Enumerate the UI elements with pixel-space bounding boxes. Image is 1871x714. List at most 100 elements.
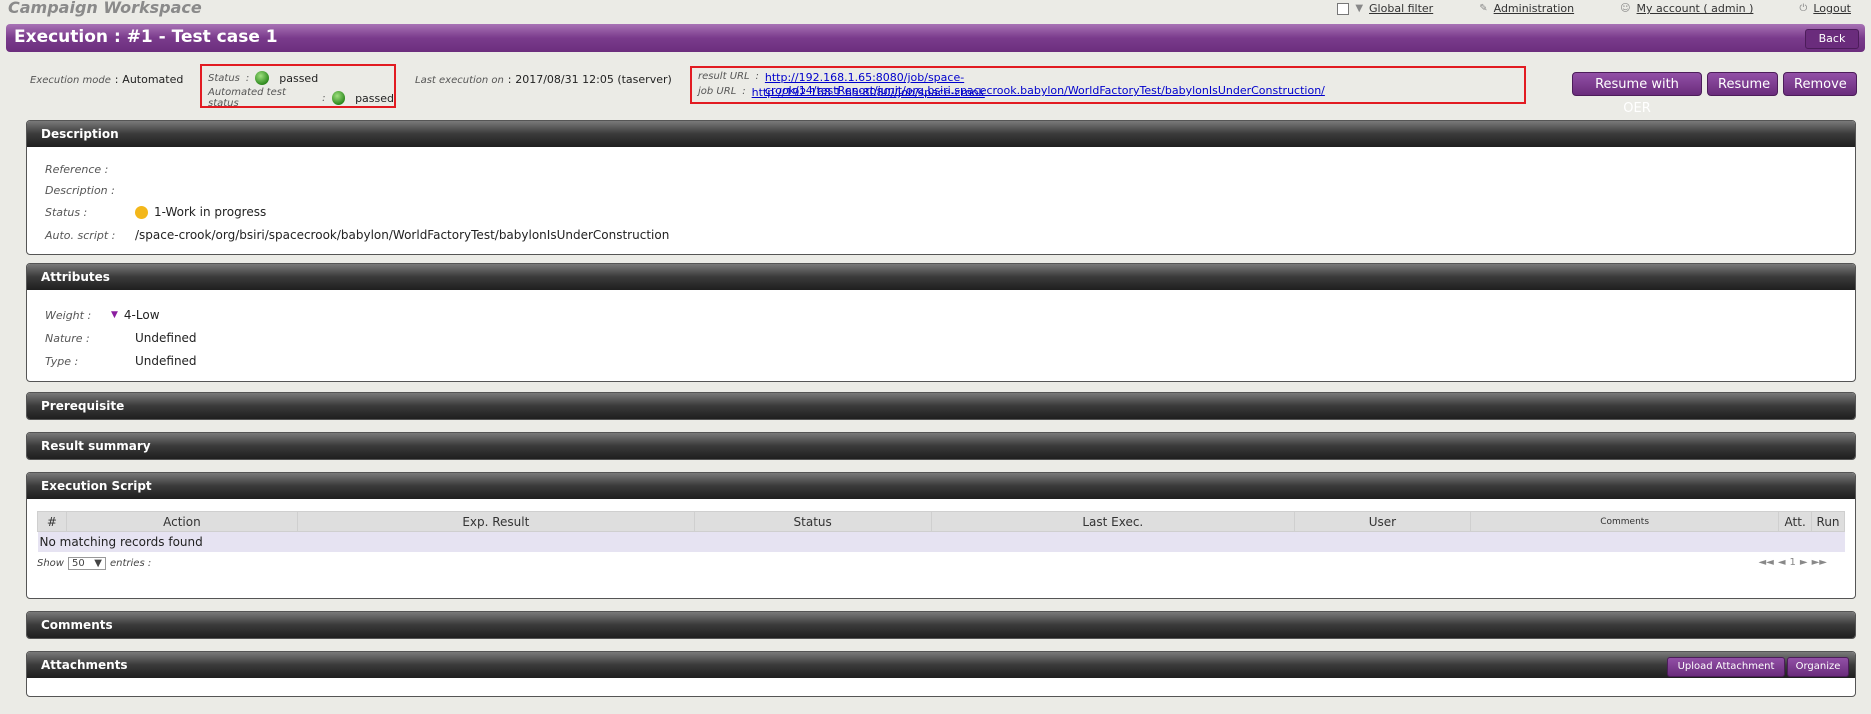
- upload-attachment-button[interactable]: Upload Attachment: [1667, 657, 1785, 677]
- entries-value: 50: [71, 558, 85, 569]
- global-filter[interactable]: ▼ Global filter: [1337, 2, 1433, 15]
- nature-row: Nature : Undefined: [45, 331, 197, 345]
- reference-row: Reference :: [45, 163, 135, 176]
- attributes-header[interactable]: Attributes: [27, 264, 1855, 290]
- result-summary-panel: Result summary: [26, 432, 1856, 460]
- show-label: Show: [37, 558, 64, 569]
- chevron-down-icon: ▼: [94, 558, 102, 569]
- resume-button[interactable]: Resume: [1707, 72, 1778, 96]
- user-icon: ☺: [1620, 3, 1631, 14]
- status-row: Status : 1-Work in progress: [45, 205, 266, 219]
- column-header[interactable]: Exp. Result: [297, 511, 695, 532]
- pagination: ◄◄ ◄ 1 ► ►►: [1758, 557, 1827, 568]
- execution-mode-value: Automated: [122, 73, 184, 86]
- result-summary-header[interactable]: Result summary: [27, 433, 1855, 459]
- weight-value: 4-Low: [123, 308, 160, 322]
- job-url-line: job URL : http://192.168.1.65:8080//job/…: [698, 86, 985, 99]
- auto-script-label: Auto. script :: [45, 228, 116, 242]
- next-page-icon[interactable]: ►: [1800, 557, 1808, 568]
- description-row: Description :: [45, 184, 135, 197]
- low-weight-icon: ▼: [111, 310, 118, 320]
- column-header[interactable]: Action: [65, 511, 299, 532]
- table-row: No matching records found: [37, 531, 1845, 552]
- global-filter-link[interactable]: Global filter: [1369, 2, 1433, 15]
- execution-title: Execution : #1 - Test case 1: [14, 27, 278, 47]
- first-page-icon[interactable]: ◄◄: [1758, 557, 1773, 568]
- my-account-link[interactable]: My account ( admin ): [1637, 2, 1754, 15]
- execution-mode-sep: :: [114, 73, 119, 86]
- top-menu: ▼ Global filter ✎ Administration ☺ My ac…: [1337, 2, 1851, 15]
- column-header[interactable]: Comments: [1470, 511, 1780, 532]
- global-filter-checkbox[interactable]: [1337, 2, 1350, 15]
- nature-label: Nature :: [45, 331, 90, 345]
- auto-status-label: Automated test status: [208, 87, 286, 109]
- administration-menu[interactable]: ✎ Administration: [1479, 2, 1574, 15]
- status-line: Status : passed: [208, 71, 318, 85]
- entries-control: Show 50 ▼ entries :: [37, 557, 151, 570]
- column-header[interactable]: Run: [1811, 511, 1845, 532]
- column-header[interactable]: #: [37, 511, 67, 532]
- passed-icon: [331, 91, 346, 105]
- remove-button[interactable]: Remove: [1783, 72, 1857, 96]
- organize-button[interactable]: Organize: [1787, 657, 1849, 677]
- status-box: Status : passed Automated test status : …: [200, 64, 396, 109]
- auto-status-line: Automated test status : passed: [208, 87, 394, 109]
- my-account-menu[interactable]: ☺ My account ( admin ): [1620, 2, 1753, 15]
- tc-status: 1-Work in progress: [135, 205, 266, 219]
- passed-icon: [255, 71, 270, 85]
- in-progress-icon: [135, 205, 148, 219]
- weight-label: Weight :: [45, 308, 92, 322]
- nature-value: Undefined: [135, 331, 197, 345]
- status-colon: :: [245, 72, 250, 84]
- execution-title-bar: Execution : #1 - Test case 1 Back: [6, 24, 1865, 52]
- wrench-icon: ✎: [1479, 3, 1488, 14]
- column-header[interactable]: Last Exec.: [930, 511, 1295, 532]
- logout-link[interactable]: Logout: [1813, 2, 1851, 15]
- filter-icon: ▼: [1355, 3, 1364, 14]
- type-value: Undefined: [135, 354, 197, 368]
- entries-select[interactable]: 50 ▼: [67, 557, 106, 570]
- prerequisite-panel: Prerequisite: [26, 392, 1856, 420]
- execution-steps-table: # Action Exp. Result Status Last Exec. U…: [37, 511, 1845, 552]
- back-button[interactable]: Back: [1805, 29, 1859, 49]
- execution-mode-label: Execution mode: [30, 75, 111, 86]
- type-row: Type : Undefined: [45, 354, 197, 368]
- auto-script-row: Auto. script : /space-crook/org/bsiri/sp…: [45, 228, 669, 242]
- status-label: Status: [208, 72, 240, 84]
- job-url-label: job URL: [698, 86, 737, 97]
- job-url-link[interactable]: http://192.168.1.65:8080//job/space-croo…: [752, 86, 985, 99]
- column-header[interactable]: Status: [693, 511, 932, 532]
- attributes-panel: Attributes Weight : ▼ 4-Low Nature : Und…: [26, 263, 1856, 382]
- auto-status-colon: :: [322, 92, 326, 104]
- prerequisite-header[interactable]: Prerequisite: [27, 393, 1855, 419]
- comments-header[interactable]: Comments: [27, 612, 1855, 638]
- attachments-panel: Attachments Upload Attachment Organize: [26, 651, 1856, 697]
- job-url-colon: :: [742, 86, 746, 97]
- column-header[interactable]: User: [1293, 511, 1472, 532]
- tc-status-label: Status :: [45, 205, 88, 219]
- column-header[interactable]: Att.: [1778, 511, 1813, 532]
- entries-label: entries :: [109, 558, 152, 569]
- description-header[interactable]: Description: [27, 121, 1855, 147]
- administration-link[interactable]: Administration: [1494, 2, 1575, 15]
- workspace-title: Campaign Workspace: [8, 0, 202, 17]
- description-panel: Description Reference : Description : St…: [26, 120, 1856, 255]
- execution-script-panel: Execution Script # Action Exp. Result St…: [26, 472, 1856, 599]
- empty-message: No matching records found: [37, 531, 1845, 552]
- execution-script-header[interactable]: Execution Script: [27, 473, 1855, 499]
- attachments-header[interactable]: Attachments: [27, 652, 1855, 678]
- url-box: result URL : http://192.168.1.65:8080/jo…: [690, 66, 1526, 104]
- last-exec-colon: :: [507, 73, 512, 86]
- logout-menu[interactable]: ⏻ Logout: [1799, 2, 1851, 15]
- page-number[interactable]: 1: [1790, 557, 1796, 568]
- last-page-icon[interactable]: ►►: [1812, 557, 1827, 568]
- weight-row: Weight : ▼ 4-Low: [45, 308, 160, 322]
- last-exec-label: Last execution on: [415, 75, 504, 86]
- auto-script-value: /space-crook/org/bsiri/spacecrook/babylo…: [135, 228, 670, 242]
- execution-mode: Execution mode : Automated: [30, 72, 183, 86]
- prev-page-icon[interactable]: ◄: [1778, 557, 1786, 568]
- resume-with-oer-button[interactable]: Resume with OER: [1572, 72, 1702, 116]
- top-bar: Campaign Workspace ▼ Global filter ✎ Adm…: [0, 0, 1871, 20]
- type-label: Type :: [45, 354, 79, 368]
- description-label: Description :: [45, 184, 115, 197]
